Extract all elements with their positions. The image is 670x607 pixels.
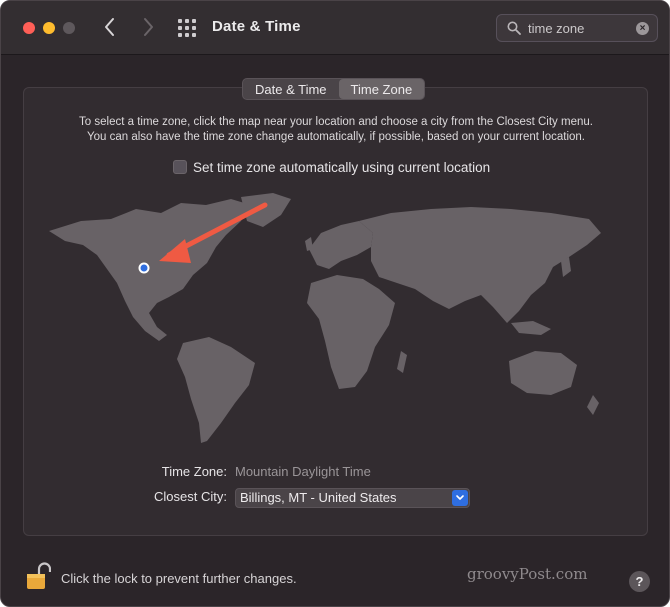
magnifying-glass-icon	[507, 21, 521, 35]
closest-city-select[interactable]: Billings, MT - United States	[235, 488, 470, 508]
close-window-button[interactable]	[23, 22, 35, 34]
clear-icon[interactable]: ×	[636, 22, 649, 35]
watermark-text: groovyPost.com	[467, 565, 588, 583]
instructions-line-1: To select a time zone, click the map nea…	[79, 116, 593, 128]
forward-button[interactable]	[137, 16, 159, 40]
closest-city-label: Closest City:	[154, 489, 227, 504]
auto-timezone-checkbox[interactable]	[173, 160, 187, 174]
tab-bar: Date & Time Time Zone	[242, 78, 426, 100]
window-title: Date & Time	[212, 18, 301, 35]
zoom-window-button[interactable]	[63, 22, 75, 34]
tab-time-zone[interactable]: Time Zone	[338, 79, 425, 99]
system-preferences-window: Date & Time time zone × Date & Time Time…	[0, 0, 670, 607]
help-button[interactable]: ?	[629, 571, 650, 592]
back-button[interactable]	[99, 16, 121, 40]
chevron-left-icon	[105, 18, 114, 36]
world-map-landmass	[49, 193, 601, 443]
minimize-window-button[interactable]	[43, 22, 55, 34]
time-zone-value: Mountain Daylight Time	[235, 464, 371, 479]
world-map[interactable]	[41, 191, 631, 451]
show-all-grid-icon[interactable]	[178, 19, 196, 37]
instructions-line-2: You can also have the time zone change a…	[87, 130, 585, 143]
time-zone-label: Time Zone:	[161, 464, 227, 479]
lock-hint-text: Click the lock to prevent further change…	[61, 571, 297, 586]
unlocked-lock-icon[interactable]	[25, 562, 51, 590]
auto-timezone-label[interactable]: Set time zone automatically using curren…	[193, 160, 490, 175]
tab-date-time[interactable]: Date & Time	[243, 79, 339, 99]
title-bar: Date & Time time zone ×	[1, 1, 669, 55]
location-pin	[138, 262, 150, 274]
instructions-text: To select a time zone, click the map nea…	[31, 115, 641, 144]
search-input[interactable]: time zone	[528, 21, 584, 36]
chevron-up-down-icon	[452, 490, 468, 506]
auto-timezone-row[interactable]: Set time zone automatically using curren…	[173, 159, 490, 175]
chevron-right-icon	[144, 18, 153, 36]
closest-city-row: Closest City: Billings, MT - United Stat…	[1, 488, 669, 508]
closest-city-value: Billings, MT - United States	[240, 490, 397, 505]
search-field[interactable]: time zone ×	[496, 14, 658, 42]
